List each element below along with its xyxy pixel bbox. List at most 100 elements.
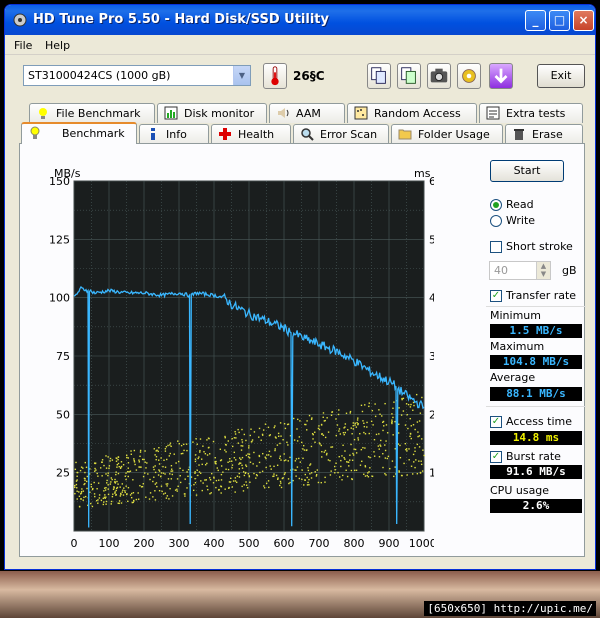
copy-text-button[interactable] xyxy=(367,63,391,89)
access-time-point xyxy=(84,461,87,464)
drive-select[interactable]: ST31000424CS (1000 gB) ▼ xyxy=(23,65,251,86)
menu-help[interactable]: Help xyxy=(45,39,70,52)
access-time-point xyxy=(208,453,211,455)
download-arrow-icon xyxy=(494,68,508,84)
access-time-point xyxy=(84,495,87,498)
start-button[interactable]: Start xyxy=(490,160,564,182)
tab-info[interactable]: Info xyxy=(139,124,209,144)
options-button[interactable] xyxy=(457,63,481,89)
access-time-point xyxy=(363,422,365,424)
y-tick-label: 75 xyxy=(56,350,70,363)
access-time-point xyxy=(118,502,120,505)
access-time-point xyxy=(287,478,290,480)
menu-file[interactable]: File xyxy=(14,39,32,52)
access-time-checkbox[interactable]: ✓ xyxy=(490,416,502,428)
access-time-point xyxy=(301,441,303,444)
tab-folder-usage[interactable]: Folder Usage xyxy=(391,124,503,144)
access-time-point xyxy=(318,425,320,427)
access-time-point xyxy=(233,451,236,454)
access-time-point xyxy=(270,455,272,458)
access-time-point xyxy=(115,489,117,492)
tab-aam[interactable]: AAM xyxy=(269,103,345,123)
access-time-point xyxy=(282,439,284,441)
access-time-point xyxy=(277,478,279,480)
access-time-point xyxy=(279,484,281,487)
access-time-point xyxy=(253,431,256,433)
access-time-point xyxy=(248,457,251,459)
access-time-point xyxy=(251,439,254,441)
access-time-point xyxy=(383,425,385,427)
tab-random-access[interactable]: Random Access xyxy=(347,103,477,123)
access-time-point xyxy=(296,440,299,442)
access-time-point xyxy=(359,464,362,466)
access-time-point xyxy=(127,475,129,478)
access-time-point xyxy=(78,505,81,508)
screenshot-button[interactable] xyxy=(427,63,451,89)
access-time-point xyxy=(268,434,271,437)
access-time-point xyxy=(363,431,365,434)
tab-file-benchmark[interactable]: File Benchmark xyxy=(29,103,155,123)
tab-disk-monitor[interactable]: Disk monitor xyxy=(157,103,267,123)
access-time-point xyxy=(107,474,109,477)
transfer-rate-checkbox[interactable]: ✓ xyxy=(490,290,502,302)
access-time-point xyxy=(234,480,237,482)
access-time-point xyxy=(170,468,173,470)
short-stroke-input[interactable]: 40 ▲ ▼ xyxy=(489,261,551,280)
access-time-point xyxy=(192,489,195,492)
access-time-point xyxy=(133,461,136,463)
tab-health[interactable]: Health xyxy=(211,124,291,144)
short-stroke-checkbox[interactable] xyxy=(490,241,502,253)
access-time-point xyxy=(308,478,310,481)
spinner-arrows-icon[interactable]: ▲ ▼ xyxy=(536,262,550,279)
access-time-point xyxy=(352,452,354,455)
access-time-point xyxy=(340,465,342,468)
access-time-point xyxy=(352,422,354,424)
save-button[interactable] xyxy=(489,63,513,89)
access-time-point xyxy=(235,481,238,484)
close-button[interactable]: × xyxy=(573,10,594,31)
access-time-point xyxy=(177,440,179,442)
access-time-point xyxy=(368,402,370,404)
access-time-point xyxy=(111,478,113,481)
access-time-point xyxy=(133,500,135,502)
access-time-point xyxy=(260,439,262,441)
access-time-point xyxy=(169,487,171,490)
access-time-point xyxy=(115,471,117,473)
title-bar[interactable]: HD Tune Pro 5.50 - Hard Disk/SSD Utility… xyxy=(5,5,595,35)
access-time-point xyxy=(356,421,358,424)
access-time-point xyxy=(401,474,403,477)
wrench-icon xyxy=(462,69,476,83)
access-time-point xyxy=(156,485,158,488)
access-time-point xyxy=(338,456,340,458)
access-time-point xyxy=(336,424,339,426)
tab-extra-tests[interactable]: Extra tests xyxy=(479,103,583,123)
access-time-point xyxy=(237,428,239,431)
chevron-down-icon[interactable]: ▼ xyxy=(233,66,250,85)
access-time-point xyxy=(129,494,132,496)
exit-button[interactable]: Exit xyxy=(537,64,585,88)
access-time-point xyxy=(317,427,320,430)
maximize-button[interactable]: □ xyxy=(549,10,570,31)
access-time-point xyxy=(407,403,410,406)
access-time-point xyxy=(330,470,332,472)
minimize-button[interactable]: _ xyxy=(525,10,546,31)
access-time-point xyxy=(378,456,381,458)
short-stroke-label: Short stroke xyxy=(506,240,573,253)
access-time-point xyxy=(227,468,230,471)
access-time-point xyxy=(206,454,209,456)
write-radio[interactable] xyxy=(490,215,502,227)
access-time-point xyxy=(367,476,370,478)
access-time-point xyxy=(330,414,333,416)
burst-rate-checkbox[interactable]: ✓ xyxy=(490,451,502,463)
access-time-point xyxy=(107,456,109,458)
access-time-point xyxy=(195,494,198,496)
access-time-point xyxy=(322,416,324,418)
access-time-point xyxy=(117,462,120,465)
tab-error-scan[interactable]: Error Scan xyxy=(293,124,389,144)
copy-all-button[interactable] xyxy=(397,63,421,89)
tab-erase[interactable]: Erase xyxy=(505,124,583,144)
access-time-point xyxy=(286,423,289,426)
read-radio[interactable] xyxy=(490,199,502,211)
access-time-point xyxy=(373,455,376,457)
tab-benchmark[interactable]: Benchmark xyxy=(21,122,137,144)
